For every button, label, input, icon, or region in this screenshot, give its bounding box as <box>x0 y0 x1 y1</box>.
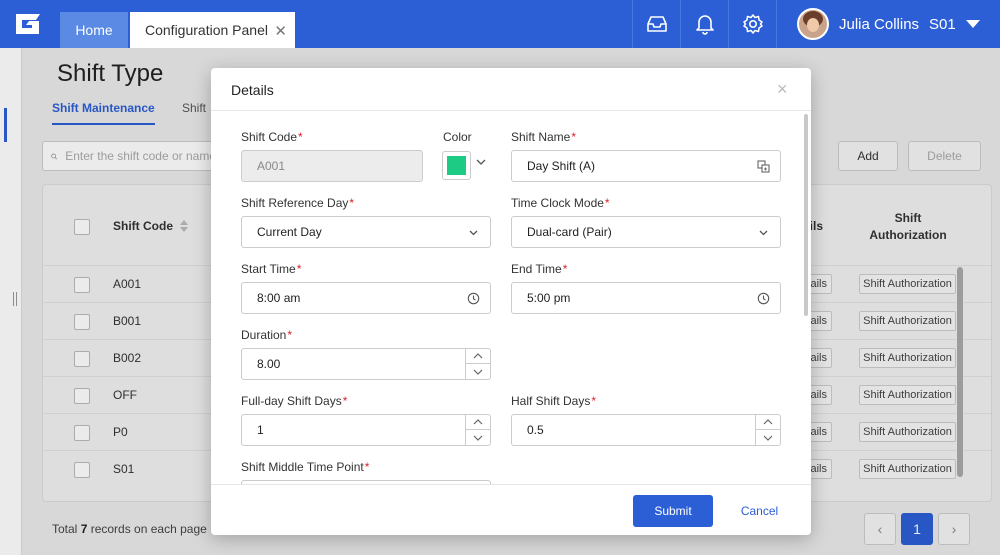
shift-middle-time-point-label-text: Shift Middle Time Point <box>241 460 364 474</box>
start-time-value: 8:00 am <box>257 291 301 305</box>
decrement-button[interactable] <box>756 430 780 445</box>
half-shift-days-value: 0.5 <box>527 423 544 437</box>
half-day-stepper-controls <box>755 415 780 445</box>
start-time-label: Start Time* <box>241 262 301 276</box>
color-picker[interactable] <box>442 151 471 180</box>
translate-icon[interactable] <box>757 160 770 173</box>
increment-button[interactable] <box>756 415 780 430</box>
chevron-up-icon <box>473 353 483 359</box>
required-mark: * <box>591 394 597 408</box>
required-mark: * <box>298 130 303 144</box>
full-day-shift-days-value: 1 <box>257 423 264 437</box>
duration-stepper-controls <box>465 349 490 379</box>
dialog-header: Details × <box>211 68 811 111</box>
chevron-up-icon <box>763 419 773 425</box>
color-label: Color <box>443 130 472 144</box>
dialog-body: Shift Code* A001 Color Shift Name* Day S… <box>211 111 811 484</box>
half-shift-days-label: Half Shift Days* <box>511 394 596 408</box>
close-tab-icon[interactable]: ✕ <box>274 22 287 40</box>
settings-button[interactable] <box>728 0 776 48</box>
user-site: S01 <box>929 15 956 33</box>
half-shift-days-label-text: Half Shift Days <box>511 394 591 408</box>
end-time-label: End Time* <box>511 262 567 276</box>
shift-code-label-text: Shift Code <box>241 130 298 144</box>
chevron-down-icon <box>473 435 483 441</box>
dialog-scrollbar[interactable] <box>804 114 808 316</box>
shift-name-label: Shift Name* <box>511 130 576 144</box>
shift-name-value: Day Shift (A) <box>527 159 596 173</box>
required-mark: * <box>604 196 610 210</box>
user-name: Julia Collins <box>839 15 920 33</box>
full-day-shift-days-stepper[interactable]: 1 <box>241 414 491 446</box>
time-clock-mode-value: Dual-card (Pair) <box>527 225 612 239</box>
chevron-down-icon <box>763 435 773 441</box>
tab-home-label: Home <box>75 22 113 38</box>
end-time-picker[interactable]: 5:00 pm <box>511 282 781 314</box>
chevron-down-icon <box>469 230 478 236</box>
duration-stepper[interactable]: 8.00 <box>241 348 491 380</box>
chevron-up-icon <box>473 419 483 425</box>
time-clock-mode-select[interactable]: Dual-card (Pair) <box>511 216 781 248</box>
top-bar: Home Configuration Panel ✕ Julia Collins… <box>0 0 1000 48</box>
chevron-down-icon[interactable] <box>476 157 486 167</box>
clock-icon <box>757 292 770 305</box>
start-time-label-text: Start Time <box>241 262 296 276</box>
user-menu[interactable]: Julia Collins S01 <box>776 0 1000 48</box>
required-mark: * <box>342 394 348 408</box>
dialog-title: Details <box>231 82 274 98</box>
tab-configuration-panel[interactable]: Configuration Panel ✕ <box>130 12 295 48</box>
dialog-footer: Submit Cancel <box>211 484 811 535</box>
notifications-button[interactable] <box>680 0 728 48</box>
gear-icon <box>742 14 763 34</box>
end-time-value: 5:00 pm <box>527 291 571 305</box>
time-clock-mode-label-text: Time Clock Mode <box>511 196 604 210</box>
duration-label: Duration* <box>241 328 292 342</box>
tab-configuration-panel-label: Configuration Panel <box>145 22 268 38</box>
required-mark: * <box>287 328 293 342</box>
half-shift-days-stepper[interactable]: 0.5 <box>511 414 781 446</box>
shift-middle-time-point-label: Shift Middle Time Point* <box>241 460 369 474</box>
shift-name-label-text: Shift Name <box>511 130 571 144</box>
close-icon[interactable]: × <box>777 79 788 100</box>
decrement-button[interactable] <box>466 430 490 445</box>
inbox-button[interactable] <box>632 0 680 48</box>
increment-button[interactable] <box>466 349 490 364</box>
required-mark: * <box>562 262 568 276</box>
bell-icon <box>695 15 714 35</box>
details-dialog: Details × Shift Code* A001 Color Shift N… <box>211 68 811 535</box>
shift-code-label: Shift Code* <box>241 130 303 144</box>
full-day-stepper-controls <box>465 415 490 445</box>
full-day-shift-days-label-text: Full-day Shift Days <box>241 394 342 408</box>
duration-value: 8.00 <box>257 357 281 371</box>
inbox-icon <box>646 16 667 32</box>
shift-code-field: A001 <box>241 150 423 182</box>
cancel-button[interactable]: Cancel <box>731 495 788 527</box>
tab-home[interactable]: Home <box>60 12 128 48</box>
chevron-down-icon <box>759 230 768 236</box>
required-mark: * <box>349 196 355 210</box>
avatar <box>797 8 829 40</box>
shift-reference-day-select[interactable]: Current Day <box>241 216 491 248</box>
shift-reference-day-label-text: Shift Reference Day <box>241 196 349 210</box>
shift-reference-day-label: Shift Reference Day* <box>241 196 354 210</box>
shift-name-field[interactable]: Day Shift (A) <box>511 150 781 182</box>
app-logo-icon[interactable] <box>12 10 46 38</box>
color-swatch <box>447 156 466 175</box>
submit-button[interactable]: Submit <box>633 495 713 527</box>
time-clock-mode-label: Time Clock Mode* <box>511 196 610 210</box>
full-day-shift-days-label: Full-day Shift Days* <box>241 394 347 408</box>
decrement-button[interactable] <box>466 364 490 379</box>
increment-button[interactable] <box>466 415 490 430</box>
required-mark: * <box>296 262 302 276</box>
start-time-picker[interactable]: 8:00 am <box>241 282 491 314</box>
chevron-down-icon <box>965 20 980 28</box>
chevron-down-icon <box>473 369 483 375</box>
shift-reference-day-value: Current Day <box>257 225 322 239</box>
end-time-label-text: End Time <box>511 262 562 276</box>
required-mark: * <box>571 130 577 144</box>
required-mark: * <box>364 460 370 474</box>
duration-label-text: Duration <box>241 328 287 342</box>
clock-icon <box>467 292 480 305</box>
